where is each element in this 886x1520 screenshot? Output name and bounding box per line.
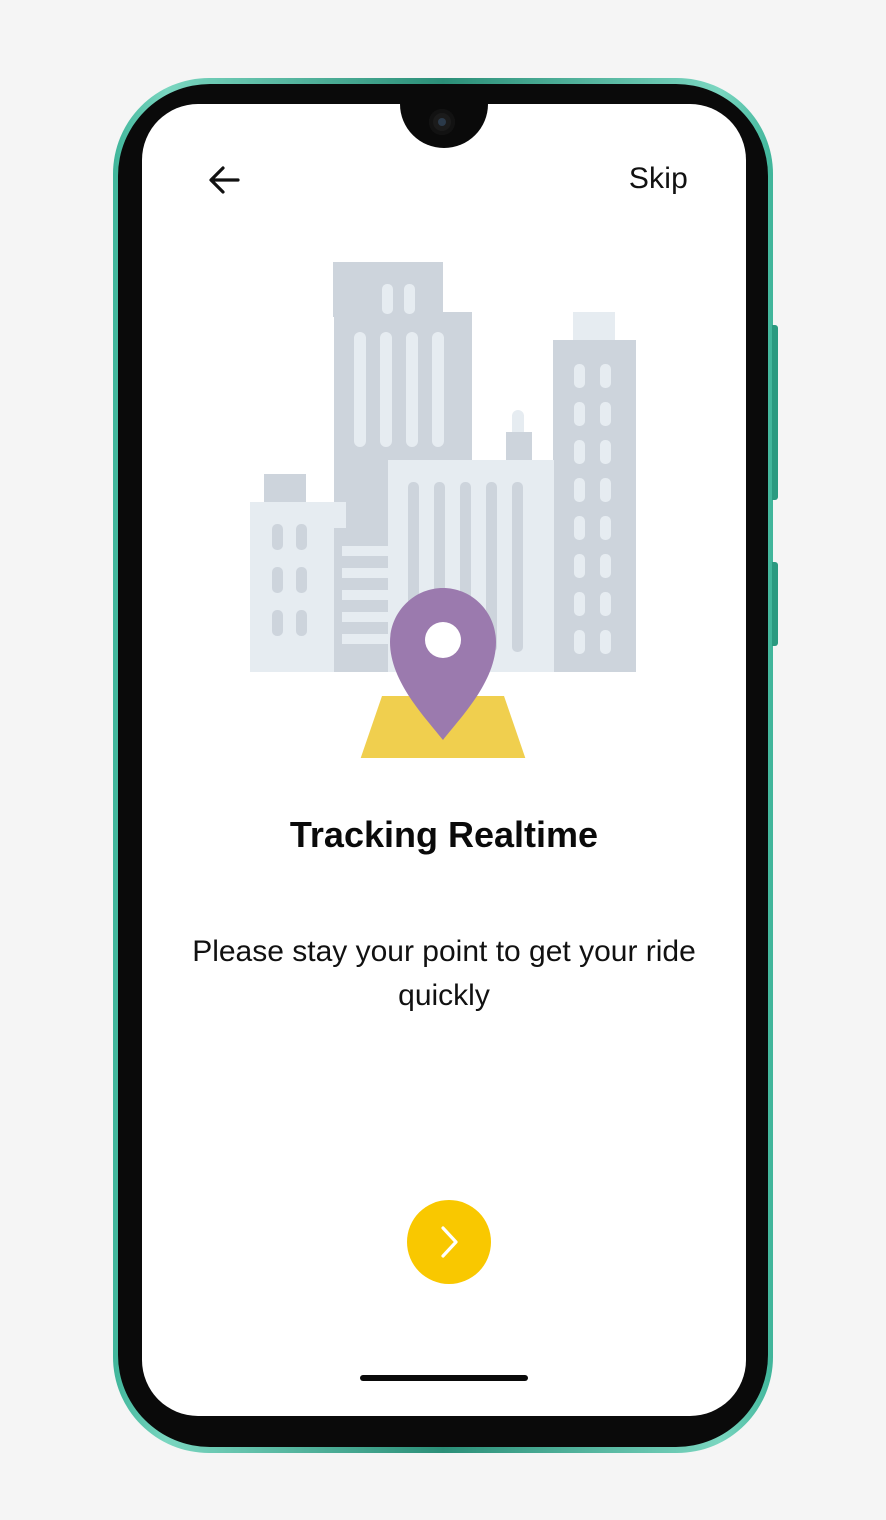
back-button[interactable] <box>202 160 246 200</box>
city-location-illustration <box>250 262 636 758</box>
page-title: Tracking Realtime <box>289 814 599 855</box>
home-indicator[interactable] <box>360 1375 528 1381</box>
power-button <box>772 562 778 646</box>
volume-button <box>772 325 778 500</box>
next-button[interactable] <box>407 1200 491 1284</box>
camera-notch <box>400 104 488 148</box>
page-description: Please stay your point to get your ride … <box>192 935 696 1012</box>
device-mockup: Skip Tracking Realtime Please stay your … <box>0 0 886 1520</box>
chevron-right-icon <box>441 1226 458 1258</box>
front-camera-icon <box>429 109 455 135</box>
skip-button[interactable]: Skip <box>629 162 688 196</box>
arrow-left-icon <box>209 166 240 194</box>
app-screen: Skip Tracking Realtime Please stay your … <box>142 104 746 1416</box>
